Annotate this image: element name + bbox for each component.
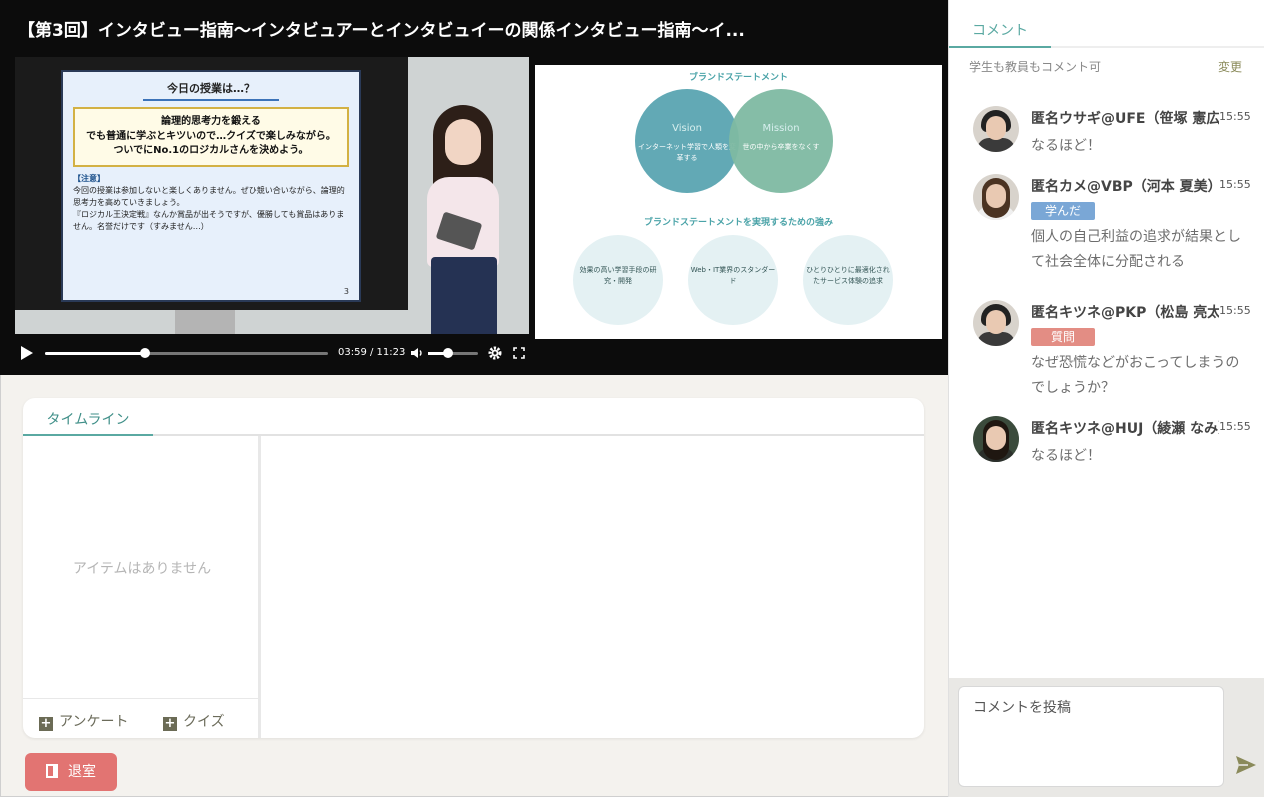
tv-slide-line: でも普通に学ぶとキツいので…クイズで楽しみながら。	[86, 130, 336, 142]
mission-circle: Mission 世の中から卒業をなくす	[729, 89, 833, 193]
tv-monitor: 今日の授業は…？ 論理的思考力を鍛える でも普通に学ぶとキツいので…クイズで楽し…	[15, 57, 408, 310]
slide-title-strengths: ブランドステートメントを実現するための強み	[643, 218, 833, 228]
tv-slide-notes: 【注意】 今回の授業は参加しないと楽しくありません。ぜひ競い合いながら、論理的思…	[73, 173, 349, 233]
add-quiz-label: クイズ	[183, 714, 225, 730]
slide-title-brand: ブランドステートメント	[688, 73, 788, 83]
avatar[interactable]	[973, 106, 1019, 152]
tv-stand	[175, 310, 235, 334]
add-survey-label: アンケート	[59, 714, 129, 730]
video-player[interactable]: 【第3回】インタビュー指南〜インタビュアーとインタビュイーの関係インタビュー指南…	[0, 0, 948, 375]
add-survey-button[interactable]: + アンケート	[39, 711, 128, 731]
presenter	[405, 97, 515, 334]
tv-slide-line: ついでにNo.1のロジカルさんを決めよう。	[113, 145, 309, 156]
comment-author: 匿名カメ@VBP（河本 夏美）	[1031, 179, 1219, 195]
player-controls: 03:59 / 11:23	[15, 340, 933, 368]
timeline-list: アイテムはありません + アンケート + クイズ	[23, 436, 261, 738]
comment-text: なるほど！	[1031, 138, 1101, 154]
timeline-tabbar: タイムライン	[23, 398, 924, 436]
camera-feed: 今日の授業は…？ 論理的思考力を鍛える でも普通に学ぶとキツいので…クイズで楽し…	[15, 57, 529, 334]
add-quiz-button[interactable]: + クイズ	[163, 711, 225, 731]
tv-slide-line: 論理的思考力を鍛える	[161, 116, 261, 127]
vision-circle: Vision インターネット学習で人類を変革する	[635, 89, 739, 193]
plus-icon: +	[163, 716, 177, 731]
lecture-slide-on-tv: 今日の授業は…？ 論理的思考力を鍛える でも普通に学ぶとキツいので…クイズで楽し…	[61, 70, 361, 302]
comment-author: 匿名ウサギ@UFE（笹塚 憲広）	[1031, 111, 1219, 127]
tv-slide-heading: 今日の授業は…？	[143, 80, 279, 101]
tab-timeline[interactable]: タイムライン	[23, 398, 153, 436]
question-badge: 質問	[1031, 328, 1095, 346]
seek-bar[interactable]	[45, 348, 328, 358]
plus-icon: +	[39, 716, 53, 731]
learned-badge: 学んだ	[1031, 202, 1095, 220]
volume-handle[interactable]	[443, 348, 453, 358]
gear-icon[interactable]	[487, 345, 503, 361]
send-icon[interactable]	[1235, 755, 1257, 775]
mission-word: Mission	[762, 123, 800, 134]
timeline-panel: タイムライン アイテムはありません + アンケート + クイズ	[23, 398, 924, 738]
tv-slide-page: 3	[343, 287, 349, 296]
tv-slide-note: 『ロジカル王決定戦』なんか賞品が出そうですが、優勝しても賞品はありません。名誉だ…	[73, 209, 345, 231]
timeline-detail	[264, 436, 924, 738]
comment-text: 個人の自己利益の追求が結果として社会全体に分配される	[1031, 229, 1241, 270]
strength-circle: Web・IT業界のスタンダード	[688, 235, 778, 325]
volume-slider[interactable]	[428, 348, 478, 358]
fullscreen-icon[interactable]	[513, 347, 525, 359]
comment-time: 15:55	[1219, 110, 1251, 123]
leave-label: 退室	[68, 764, 96, 780]
play-icon[interactable]	[21, 346, 33, 360]
strength-circle: ひとりひとりに最適化されたサービス体験の追求	[803, 235, 893, 325]
comment-author: 匿名キツネ@PKP（松島 亮太）	[1031, 305, 1219, 321]
vision-word: Vision	[672, 123, 702, 134]
empty-message: アイテムはありません	[72, 561, 212, 577]
time-display: 03:59 / 11:23	[338, 347, 406, 358]
door-icon	[46, 764, 58, 778]
leave-room-button[interactable]: 退室	[25, 753, 117, 791]
tv-slide-box: 論理的思考力を鍛える でも普通に学ぶとキツいので…クイズで楽しみながら。 ついで…	[73, 107, 349, 167]
comment-time: 15:55	[1219, 304, 1251, 317]
change-permission-link[interactable]: 変更	[1218, 58, 1242, 75]
shared-slide: ブランドステートメント Vision インターネット学習で人類を変革する Mis…	[535, 65, 942, 339]
tab-comments[interactable]: コメント	[949, 20, 1051, 48]
tv-slide-note-title: 【注意】	[73, 173, 105, 183]
avatar[interactable]	[973, 416, 1019, 462]
tv-slide-note: 今回の授業は参加しないと楽しくありません。ぜひ競い合いながら、論理的思考力を高め…	[73, 185, 345, 207]
seek-progress	[45, 352, 145, 355]
comment-time: 15:55	[1219, 420, 1251, 433]
avatar[interactable]	[973, 300, 1019, 346]
comment-text: なぜ恐慌などがおこってしまうのでしょうか？	[1031, 355, 1240, 396]
comment-input[interactable]: コメントを投稿	[958, 686, 1224, 787]
comment-composer: コメントを投稿	[949, 678, 1264, 797]
mission-text: 世の中から卒業をなくす	[742, 143, 820, 151]
vision-text: インターネット学習で人類を変革する	[638, 143, 736, 162]
avatar[interactable]	[973, 174, 1019, 220]
timeline-actions: + アンケート + クイズ	[23, 698, 261, 738]
comment-text: なるほど！	[1031, 448, 1101, 464]
video-title: 【第3回】インタビュー指南〜インタビュアーとインタビュイーの関係インタビュー指南…	[18, 21, 745, 41]
comment-panel: コメント 学生も教員もコメント可 変更 匿名ウサギ@UFE（笹塚 憲広） 15:…	[948, 0, 1264, 797]
comment-time: 15:55	[1219, 178, 1251, 191]
seek-handle[interactable]	[139, 348, 150, 358]
strength-circle: 効果の高い学習手段の研究・開発	[573, 235, 663, 325]
comment-author: 匿名キツネ@HUJ（綾瀬 なみ）	[1031, 421, 1219, 437]
comment-permission: 学生も教員もコメント可	[969, 60, 1102, 74]
volume-icon[interactable]	[410, 346, 424, 360]
comment-tabbar: コメント	[949, 0, 1264, 48]
